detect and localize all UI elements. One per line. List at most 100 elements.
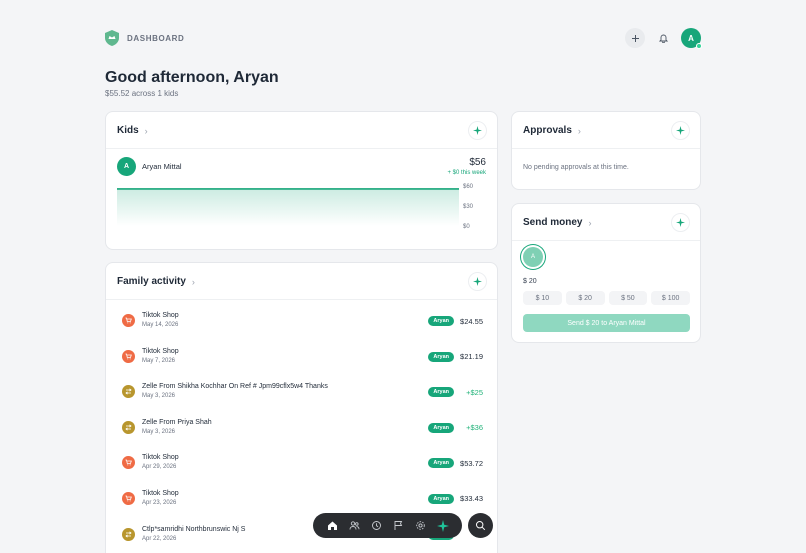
shop-icon: [122, 491, 135, 505]
activity-card-title[interactable]: Family activity ›: [117, 276, 195, 287]
send-money-title-label: Send money: [523, 217, 583, 228]
sparkle-icon: [473, 126, 482, 135]
dock-goals[interactable]: [392, 519, 406, 533]
kid-row[interactable]: A Aryan Mittal $56 + $0 this week: [117, 157, 486, 177]
approvals-card: Approvals › No pending approvals at this…: [511, 111, 701, 190]
activity-row[interactable]: Tiktok Shop May 14, 2026 Aryan $24.55: [106, 300, 497, 336]
transfer-icon: [125, 424, 132, 431]
member-badge: Aryan: [428, 458, 454, 469]
send-money-ai-button[interactable]: [671, 213, 690, 232]
transfer-icon: [122, 385, 135, 399]
balance-area: [117, 188, 459, 226]
activity-date: May 14, 2026: [142, 322, 179, 328]
send-money-button[interactable]: Send $ 20 to Aryan Mittal: [523, 314, 690, 332]
approvals-title-label: Approvals: [523, 125, 572, 136]
activity-name: Tiktok Shop: [142, 454, 179, 462]
activity-list: Tiktok Shop May 14, 2026 Aryan $24.55 Tiktok…: [106, 300, 497, 549]
cart-icon: [125, 317, 132, 324]
user-avatar[interactable]: A: [681, 28, 702, 49]
activity-amount: +$36: [466, 423, 483, 433]
y-tick-label: $30: [463, 204, 474, 210]
activity-name: Zelle From Shikha Kochhar On Ref # Jpm99…: [142, 383, 328, 391]
recipient-avatar[interactable]: A: [523, 247, 543, 267]
member-badge: Aryan: [428, 422, 454, 433]
page-title: Good afternoon, Aryan: [105, 69, 279, 86]
cart-icon: [125, 495, 132, 502]
activity-amount: $24.55: [460, 316, 483, 326]
amount-label: $ 20: [523, 278, 537, 285]
approvals-card-title[interactable]: Approvals ›: [523, 125, 581, 136]
y-tick-label: $0: [463, 224, 470, 230]
search-icon: [475, 520, 486, 531]
activity-title-label: Family activity: [117, 276, 186, 287]
kids-title-label: Kids: [117, 125, 139, 136]
kids-card: Kids › A Aryan Mittal $56 + $0 this week…: [105, 111, 498, 250]
clock-icon: [371, 521, 381, 530]
activity-date: Apr 23, 2026: [142, 499, 177, 506]
transfer-icon: [122, 420, 135, 434]
kids-card-title[interactable]: Kids ›: [117, 125, 148, 136]
kids-ai-button[interactable]: [468, 121, 487, 140]
avatar-initial: A: [688, 33, 694, 43]
chevron-right-icon: ›: [588, 217, 592, 228]
online-status-dot: [696, 43, 702, 49]
activity-date: May 3, 2026: [142, 428, 176, 435]
activity-amount: +$25: [466, 387, 483, 397]
search-button[interactable]: [468, 513, 493, 538]
sparkle-icon: [676, 218, 685, 227]
shop-icon: [122, 456, 135, 470]
send-money-card-title[interactable]: Send money ›: [523, 217, 591, 228]
activity-date: Apr 22, 2026: [142, 535, 177, 542]
activity-amount: $53.72: [460, 458, 483, 468]
bottom-dock: [313, 513, 462, 538]
dock-people[interactable]: [347, 519, 361, 533]
activity-row[interactable]: Tiktok Shop Apr 29, 2026 Aryan $53.72: [106, 442, 497, 478]
preset-button[interactable]: $ 10: [523, 291, 562, 305]
balance-chart: $60 $30 $0: [117, 184, 474, 230]
activity-date: May 3, 2026: [142, 393, 176, 400]
dock-ai[interactable]: [436, 519, 450, 533]
page-subtitle: $55.52 across 1 kids: [105, 89, 179, 98]
dock-settings[interactable]: [414, 519, 428, 533]
approvals-ai-button[interactable]: [671, 121, 690, 140]
gear-icon: [416, 521, 425, 530]
amount-presets: $ 10 $ 20 $ 50 $ 100: [523, 291, 690, 305]
sparkle-icon: [436, 519, 449, 532]
transfer-icon: [125, 388, 132, 395]
bell-icon: [658, 34, 668, 43]
notifications-button[interactable]: [653, 28, 673, 48]
sparkle-icon: [473, 277, 482, 286]
shop-icon: [122, 314, 135, 327]
preset-button[interactable]: $ 100: [651, 291, 690, 305]
activity-row[interactable]: Zelle From Priya Shah May 3, 2026 Aryan +$3…: [106, 407, 497, 443]
activity-row[interactable]: Tiktok Shop Apr 23, 2026 Aryan $33.43: [106, 478, 497, 514]
transfer-icon: [122, 527, 135, 541]
activity-row[interactable]: Tiktok Shop May 7, 2026 Aryan $21.19: [106, 336, 497, 372]
add-button[interactable]: [625, 28, 645, 48]
transfer-icon: [125, 531, 132, 538]
kid-balance: $56: [469, 157, 486, 168]
sparkle-icon: [676, 126, 685, 135]
send-money-card: Send money › A $ 20 $ 10 $ 20 $ 50 $ 100…: [511, 203, 701, 343]
activity-name: Tiktok Shop: [142, 489, 179, 497]
home-icon: [327, 521, 337, 530]
cart-icon: [125, 459, 132, 466]
brand[interactable]: DASHBOARD: [105, 30, 184, 46]
member-badge: Aryan: [428, 351, 454, 362]
plus-icon: [631, 34, 639, 42]
brand-label: DASHBOARD: [127, 33, 185, 43]
top-bar: DASHBOARD A: [105, 28, 702, 50]
activity-date: Apr 29, 2026: [142, 464, 177, 471]
dock-home[interactable]: [325, 519, 339, 533]
chevron-right-icon: ›: [577, 125, 581, 136]
kid-name: Aryan Mittal: [142, 162, 182, 171]
kids-card-header: Kids ›: [106, 112, 497, 149]
preset-button[interactable]: $ 20: [565, 291, 605, 305]
activity-row[interactable]: Zelle From Shikha Kochhar On Ref # Jpm99…: [106, 371, 497, 407]
activity-name: Zelle From Priya Shah: [142, 418, 212, 426]
activity-ai-button[interactable]: [468, 272, 487, 291]
family-activity-card: Family activity › Tiktok Shop May 14, 202…: [105, 262, 498, 553]
preset-button[interactable]: $ 50: [608, 291, 648, 305]
dock-history[interactable]: [369, 519, 383, 533]
activity-card-header: Family activity ›: [106, 263, 497, 300]
